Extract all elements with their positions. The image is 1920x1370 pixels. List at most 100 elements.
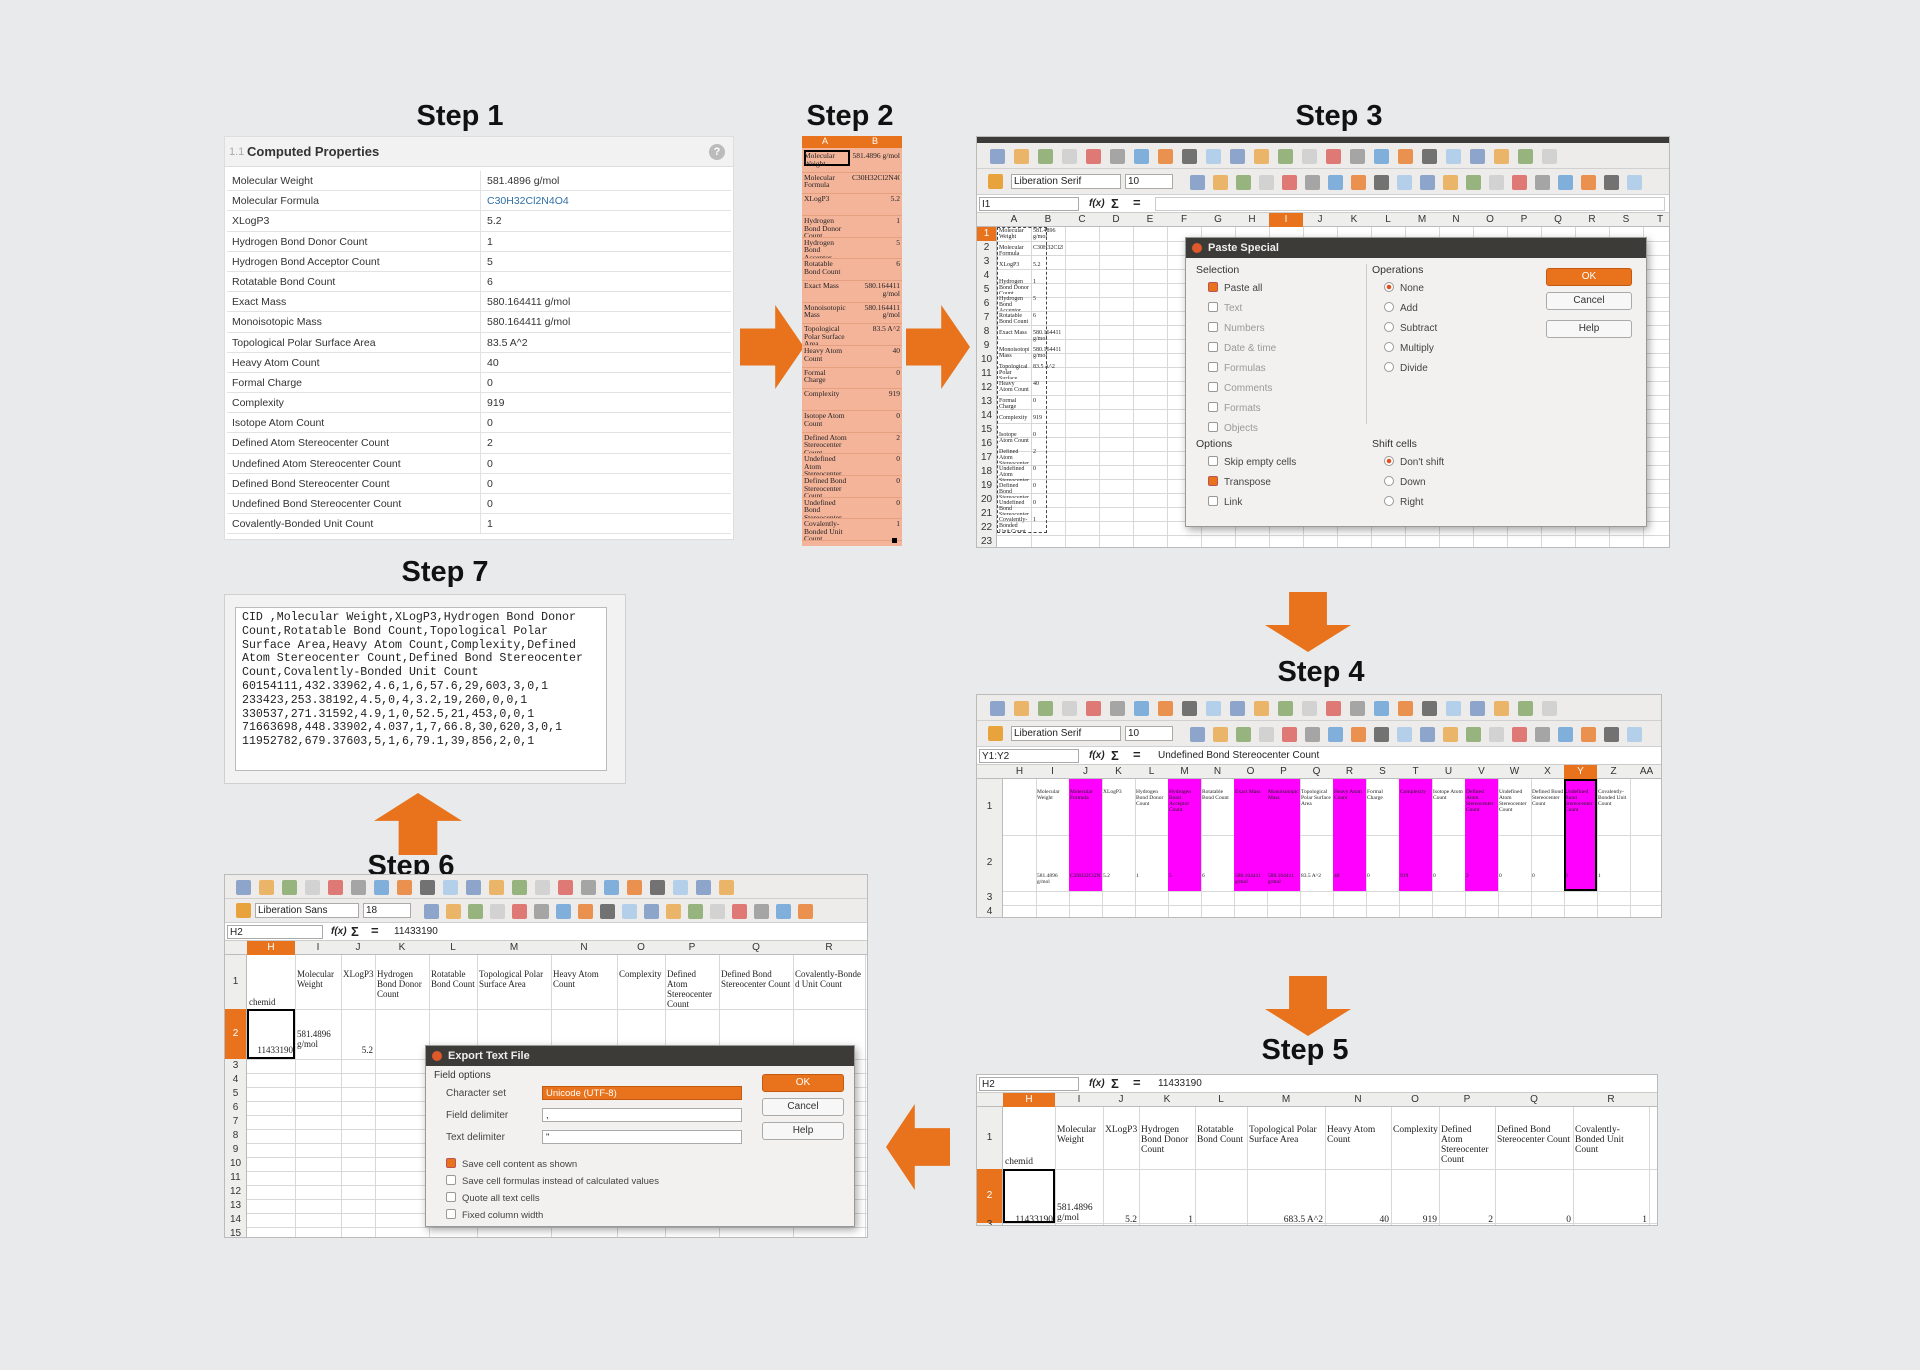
column-header[interactable]: O xyxy=(617,941,665,955)
column-header[interactable]: H xyxy=(1235,213,1269,227)
row-header[interactable]: 15 xyxy=(225,1227,246,1237)
row-header[interactable]: 13 xyxy=(977,395,996,409)
column-header[interactable]: Q xyxy=(719,941,793,955)
column-header[interactable]: L xyxy=(1195,1093,1247,1107)
toolbar-button-icon[interactable] xyxy=(1627,175,1642,191)
value-cell[interactable]: 1 xyxy=(1575,1215,1647,1225)
column-header[interactable]: T xyxy=(1643,213,1669,227)
column-header[interactable]: L xyxy=(429,941,477,955)
row-header[interactable]: 2 xyxy=(977,1169,1002,1223)
header-cell[interactable]: XLogP3 xyxy=(343,969,374,979)
row-header[interactable]: 13 xyxy=(225,1199,246,1213)
row-header[interactable]: 9 xyxy=(977,339,996,353)
row-header[interactable]: 20 xyxy=(977,493,996,507)
toolbar-button-icon[interactable] xyxy=(1374,149,1389,165)
toolbar-button-icon[interactable] xyxy=(1213,175,1228,191)
toolbar-button-icon[interactable] xyxy=(1158,149,1173,165)
value-cell[interactable]: 5.2 xyxy=(1105,1215,1137,1225)
column-a-header[interactable]: A xyxy=(822,136,828,146)
formula-icon[interactable]: = xyxy=(1133,1075,1141,1090)
sum-icon[interactable]: Σ xyxy=(1111,196,1119,211)
column-header[interactable]: U xyxy=(1432,765,1465,779)
toolbar-button-icon[interactable] xyxy=(1558,727,1573,743)
shift-radio[interactable]: Right xyxy=(1384,496,1423,508)
column-header[interactable]: B xyxy=(1031,213,1065,227)
toolbar-button-icon[interactable] xyxy=(1014,701,1029,717)
row-header[interactable]: 10 xyxy=(977,353,996,367)
toolbar-button-icon[interactable] xyxy=(1182,149,1197,165)
function-wizard-icon[interactable]: f(x) xyxy=(331,926,347,937)
row-header[interactable]: 1 xyxy=(977,227,996,241)
toolbar-button-icon[interactable] xyxy=(424,904,439,920)
toolbar-button-icon[interactable] xyxy=(578,904,593,920)
row-header[interactable]: 7 xyxy=(225,1115,246,1129)
toolbar-button-icon[interactable] xyxy=(581,880,596,896)
column-header[interactable]: I xyxy=(1269,213,1303,227)
column-header[interactable]: R xyxy=(1575,213,1609,227)
column-header[interactable]: T xyxy=(1399,765,1432,779)
toolbar-button-icon[interactable] xyxy=(1535,727,1550,743)
column-header[interactable]: O xyxy=(1473,213,1507,227)
toolbar-button-icon[interactable] xyxy=(1627,727,1642,743)
column-header[interactable]: S xyxy=(1366,765,1399,779)
row-header[interactable]: 2 xyxy=(977,241,996,255)
toolbar-button-icon[interactable] xyxy=(1489,727,1504,743)
column-header[interactable]: I xyxy=(295,941,341,955)
export-option-checkbox[interactable]: Save cell formulas instead of calculated… xyxy=(446,1175,659,1187)
selection-checkbox[interactable]: Comments xyxy=(1208,382,1272,394)
formula-input[interactable] xyxy=(1155,197,1665,211)
column-header[interactable]: V xyxy=(1465,765,1498,779)
row-header[interactable]: 1 xyxy=(977,1107,1002,1169)
toolbar-button-icon[interactable] xyxy=(990,701,1005,717)
row-header[interactable]: 14 xyxy=(225,1213,246,1227)
column-header[interactable]: W xyxy=(1498,765,1531,779)
column-header[interactable]: A xyxy=(997,213,1031,227)
toolbar-button-icon[interactable] xyxy=(468,904,483,920)
column-header[interactable]: N xyxy=(1439,213,1473,227)
column-header[interactable]: P xyxy=(1267,765,1300,779)
export-option-checkbox[interactable]: Quote all text cells xyxy=(446,1192,540,1204)
column-b-header[interactable]: B xyxy=(872,136,878,146)
toolbar-button-icon[interactable] xyxy=(1518,149,1533,165)
operation-radio[interactable]: Divide xyxy=(1384,362,1428,374)
selection-checkbox[interactable]: Numbers xyxy=(1208,322,1265,334)
toolbar-button-icon[interactable] xyxy=(600,904,615,920)
toolbar-button-icon[interactable] xyxy=(1134,149,1149,165)
row-header[interactable]: 23 xyxy=(977,535,996,547)
row-header[interactable]: 6 xyxy=(225,1101,246,1115)
value-cell[interactable]: 5.2 xyxy=(343,1045,373,1055)
toolbar-button-icon[interactable] xyxy=(754,904,769,920)
toolbar-button-icon[interactable] xyxy=(1374,727,1389,743)
header-cell[interactable]: chemid xyxy=(1005,1157,1054,1167)
toolbar-button-icon[interactable] xyxy=(1110,701,1125,717)
column-header[interactable]: M xyxy=(1405,213,1439,227)
row-header[interactable]: 7 xyxy=(977,311,996,325)
name-box[interactable]: H2 xyxy=(979,1077,1079,1091)
column-header[interactable]: N xyxy=(551,941,617,955)
header-cell[interactable]: Rotatable Bond Count xyxy=(431,969,476,989)
header-cell[interactable]: chemid xyxy=(249,997,294,1007)
row-header[interactable]: 11 xyxy=(977,367,996,381)
toolbar-button-icon[interactable] xyxy=(512,904,527,920)
toolbar-button-icon[interactable] xyxy=(1038,701,1053,717)
formula-icon[interactable]: = xyxy=(1133,747,1141,762)
shift-radio[interactable]: Down xyxy=(1384,476,1426,488)
column-header[interactable]: O xyxy=(1234,765,1267,779)
toolbar-button-icon[interactable] xyxy=(1512,727,1527,743)
operation-radio[interactable]: None xyxy=(1384,282,1424,294)
toolbar-button-icon[interactable] xyxy=(1190,727,1205,743)
toolbar-button-icon[interactable] xyxy=(604,880,619,896)
row-header[interactable]: 16 xyxy=(977,437,996,451)
header-cell[interactable]: Molecular Weight xyxy=(297,969,340,989)
column-header[interactable]: L xyxy=(1371,213,1405,227)
toolbar-button-icon[interactable] xyxy=(1446,149,1461,165)
header-cell[interactable]: Topological Polar Surface Area xyxy=(479,969,550,989)
text-delimiter-select[interactable]: " xyxy=(542,1130,742,1144)
toolbar-button-icon[interactable] xyxy=(1466,727,1481,743)
toolbar-button-icon[interactable] xyxy=(1328,727,1343,743)
row-header[interactable]: 18 xyxy=(977,465,996,479)
csv-text[interactable]: CID ,Molecular Weight,XLogP3,Hydrogen Bo… xyxy=(235,607,607,771)
row-header[interactable]: 6 xyxy=(977,297,996,311)
toolbar-button-icon[interactable] xyxy=(1182,701,1197,717)
toolbar-button-icon[interactable] xyxy=(466,880,481,896)
